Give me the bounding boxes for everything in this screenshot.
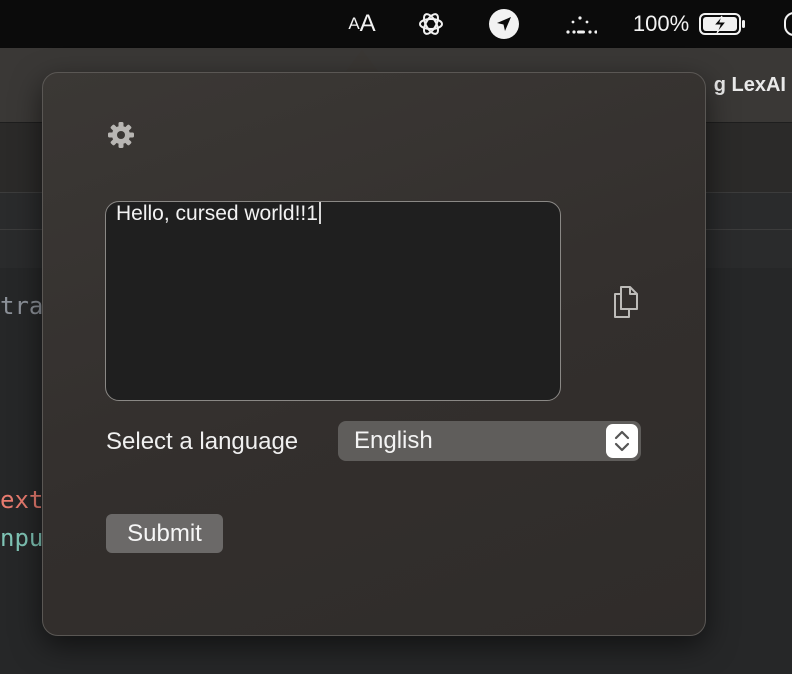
- menu-bar: AA 100%: [0, 0, 792, 48]
- text-input-area[interactable]: Hello, cursed world!!1: [105, 201, 561, 401]
- selected-language: English: [354, 427, 433, 454]
- copy-icon[interactable]: [612, 285, 640, 319]
- siri-icon[interactable]: [784, 12, 792, 36]
- text-size-small-glyph: A: [348, 14, 360, 33]
- submit-button[interactable]: Submit: [106, 514, 223, 553]
- battery-icon[interactable]: [698, 0, 748, 48]
- chevron-updown-icon[interactable]: [606, 424, 638, 458]
- code-fragment: ext: [0, 486, 44, 514]
- language-label: Select a language: [106, 428, 299, 455]
- text-caret: [318, 202, 321, 224]
- popover-arrow: [344, 50, 380, 74]
- gear-icon[interactable]: [106, 120, 136, 150]
- location-arrow-icon[interactable]: [486, 0, 522, 48]
- code-fragment: npu: [0, 524, 44, 552]
- input-text: Hello, cursed world!!1: [116, 202, 318, 225]
- background-window-title: g LexAI: [713, 74, 786, 96]
- language-select[interactable]: English: [338, 421, 641, 461]
- code-fragment: tra: [0, 292, 44, 320]
- battery-percent: 100%: [630, 0, 692, 48]
- text-size-icon[interactable]: AA: [344, 0, 380, 48]
- battery-percent-text: 100%: [632, 11, 690, 36]
- control-center-icon[interactable]: [562, 0, 598, 48]
- chatgpt-icon[interactable]: [414, 0, 448, 48]
- text-size-large-glyph: A: [359, 10, 376, 37]
